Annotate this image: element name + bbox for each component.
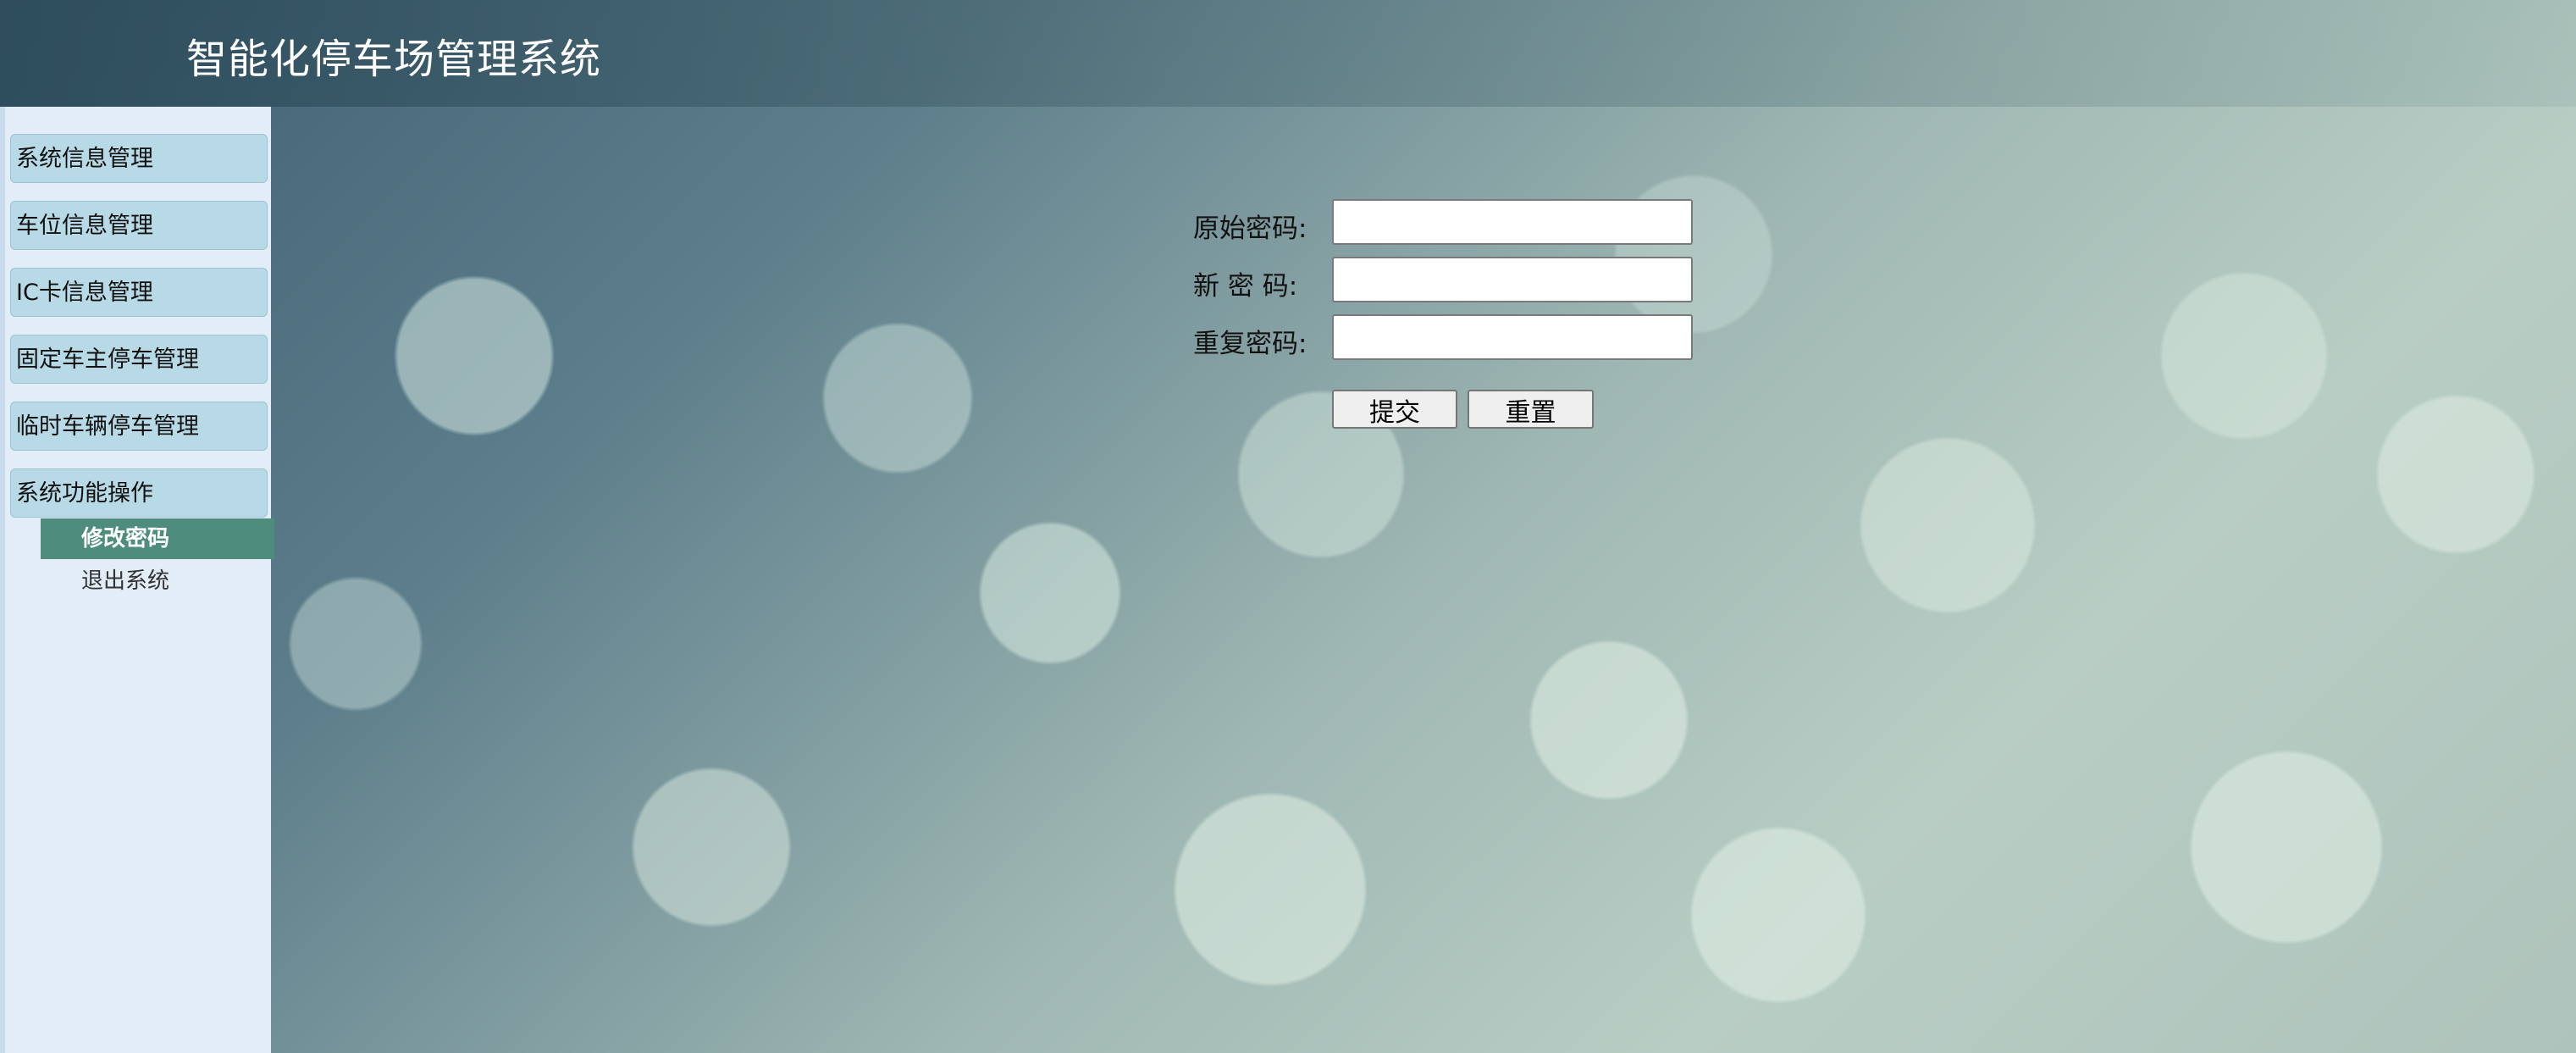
repeat-password-input[interactable]: [1332, 314, 1693, 360]
menu-parking-space-info[interactable]: 车位信息管理: [10, 201, 268, 250]
submenu-change-password[interactable]: 修改密码: [41, 518, 274, 559]
old-password-input[interactable]: [1332, 199, 1693, 245]
old-password-label: 原始密码:: [1193, 213, 1307, 244]
repeat-password-label: 重复密码:: [1193, 329, 1307, 359]
sidebar: 系统信息管理 车位信息管理 IC卡信息管理 固定车主停车管理 临时车辆停车管理 …: [0, 107, 274, 1053]
menu-system-info[interactable]: 系统信息管理: [10, 134, 268, 183]
menu-fixed-owner-parking[interactable]: 固定车主停车管理: [10, 335, 268, 384]
reset-button[interactable]: 重置: [1468, 390, 1594, 429]
app-title: 智能化停车场管理系统: [186, 36, 602, 83]
menu-ic-card-info[interactable]: IC卡信息管理: [10, 268, 268, 317]
menu-system-operations[interactable]: 系统功能操作: [10, 468, 268, 518]
header-bar: 智能化停车场管理系统: [0, 0, 2576, 107]
submenu-logout[interactable]: 退出系统: [41, 561, 274, 601]
new-password-input[interactable]: [1332, 257, 1693, 302]
submit-button[interactable]: 提交: [1332, 390, 1457, 429]
bokeh-background: [0, 0, 2576, 1053]
new-password-label: 新 密 码:: [1193, 271, 1298, 302]
menu-temporary-vehicle-parking[interactable]: 临时车辆停车管理: [10, 402, 268, 451]
